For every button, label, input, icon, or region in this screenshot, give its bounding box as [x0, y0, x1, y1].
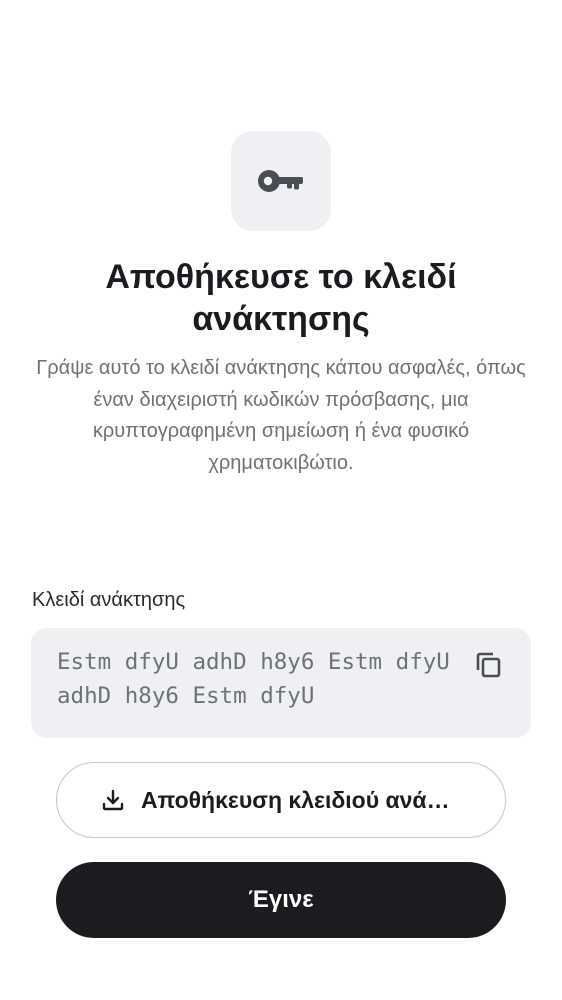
key-icon-tile	[231, 131, 331, 231]
save-recovery-key-button[interactable]: Αποθήκευση κλειδιού ανάκτησης	[56, 762, 506, 838]
done-button-label: Έγινε	[248, 886, 314, 913]
page-description: Γράψε αυτό το κλειδί ανάκτησης κάπου ασφ…	[36, 357, 526, 474]
copy-button[interactable]	[471, 648, 505, 682]
save-button-label: Αποθήκευση κλειδιού ανάκτησης	[141, 786, 461, 813]
page-title: Αποθήκευσε το κλειδί ανάκτησης	[105, 258, 457, 338]
key-icon	[258, 170, 303, 192]
recovery-key-label: Κλειδί ανάκτησης	[32, 589, 186, 611]
copy-icon	[476, 652, 501, 678]
done-button[interactable]: Έγινε	[56, 862, 506, 938]
recovery-key-field[interactable]: Estm dfyU adhD h8y6 Estm dfyU adhD h8y6 …	[31, 628, 531, 738]
download-icon	[102, 789, 124, 811]
recovery-key-value[interactable]: Estm dfyU adhD h8y6 Estm dfyU adhD h8y6 …	[57, 645, 457, 713]
